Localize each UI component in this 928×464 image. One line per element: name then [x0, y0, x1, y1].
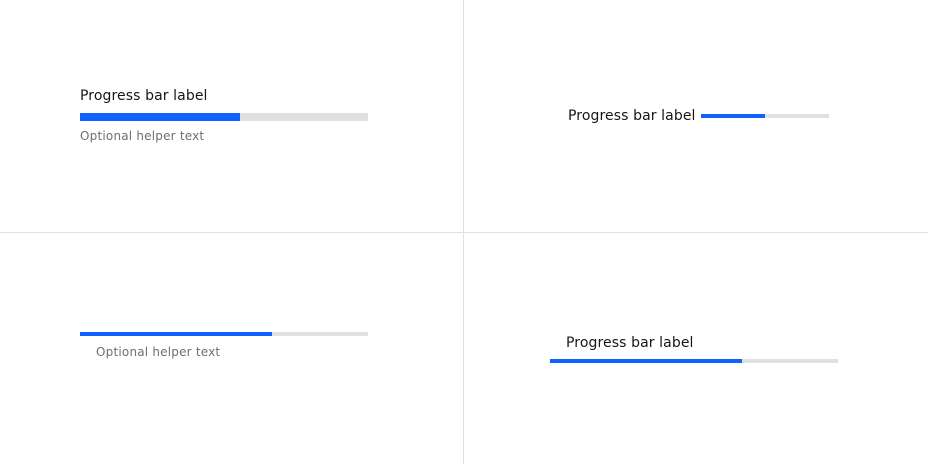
progress-helper-text: Optional helper text	[80, 129, 205, 143]
progress-helper-text: Optional helper text	[96, 345, 221, 359]
progress-bar-label: Progress bar label	[568, 108, 696, 124]
progress-track	[80, 332, 368, 336]
progress-bar-label: Progress bar label	[80, 88, 208, 104]
progress-fill	[80, 113, 240, 121]
progress-track	[80, 113, 368, 121]
progress-fill	[701, 114, 765, 118]
horizontal-divider	[0, 232, 928, 233]
progress-bar-showcase: Progress bar label Optional helper text …	[0, 0, 928, 464]
progress-fill	[550, 359, 743, 363]
progress-track	[550, 359, 838, 363]
progress-bar-label: Progress bar label	[566, 335, 694, 351]
progress-fill	[80, 332, 273, 336]
progress-track	[701, 114, 829, 118]
